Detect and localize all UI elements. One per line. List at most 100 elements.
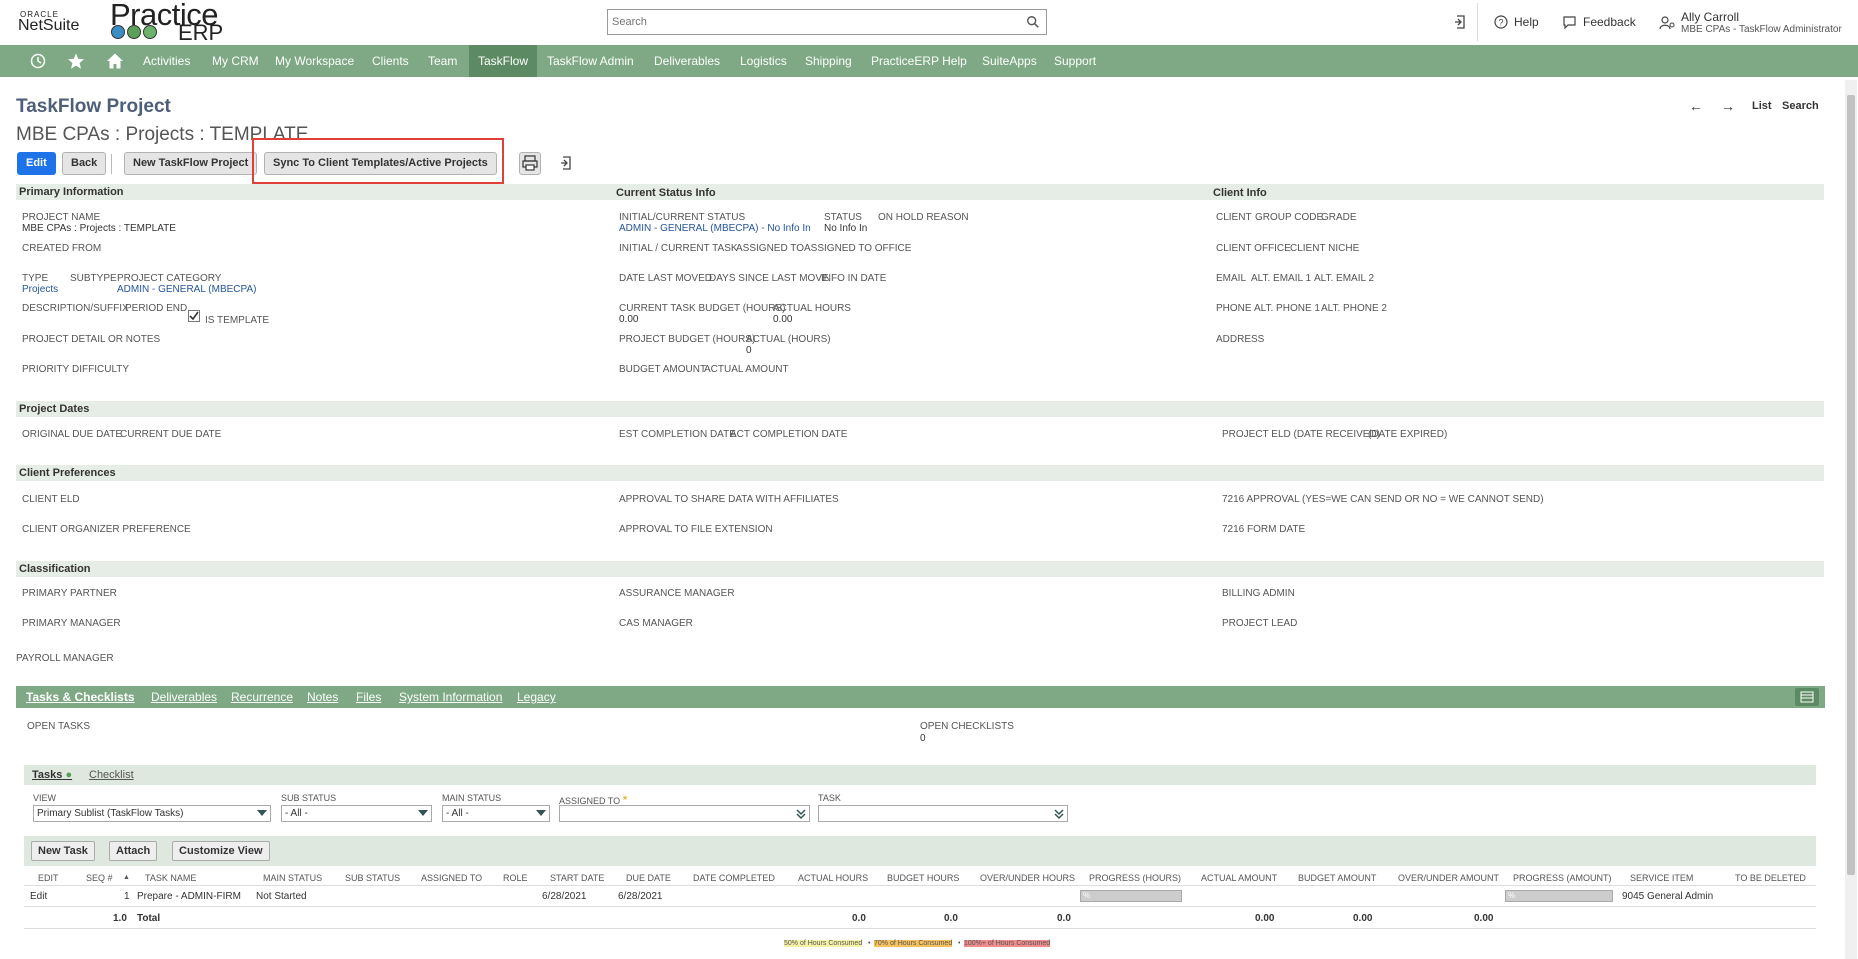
col-date-completed[interactable]: DATE COMPLETED <box>693 873 775 883</box>
col-task-name[interactable]: TASK NAME <box>145 873 196 883</box>
nav-team[interactable]: Team <box>419 45 466 77</box>
row-start-date: 6/28/2021 <box>542 891 587 902</box>
col-role[interactable]: ROLE <box>503 873 528 883</box>
sub-status-select[interactable]: - All - <box>281 805 432 822</box>
col-service-item[interactable]: SERVICE ITEM <box>1630 873 1693 883</box>
list-link[interactable]: List <box>1752 100 1772 112</box>
category-value[interactable]: ADMIN - GENERAL (MBECPA) <box>117 284 256 295</box>
help-link[interactable]: ? Help <box>1494 15 1539 29</box>
collapse-tabs-button[interactable] <box>1795 688 1819 706</box>
cas-manager-label: CAS MANAGER <box>619 618 693 629</box>
tab-notes[interactable]: Notes <box>307 686 338 708</box>
new-taskflow-project-button[interactable]: New TaskFlow Project <box>124 152 258 175</box>
alt-email-2-label: ALT. EMAIL 2 <box>1314 273 1375 284</box>
search-input[interactable] <box>608 10 1008 34</box>
nav-practiceerp-help[interactable]: PracticeERP Help <box>862 45 976 77</box>
client-niche-label: CLIENT NICHE <box>1290 243 1360 254</box>
col-seq[interactable]: SEQ # <box>86 873 113 883</box>
col-start-date[interactable]: START DATE <box>550 873 604 883</box>
table-row-divider <box>24 906 1816 907</box>
tab-deliverables[interactable]: Deliverables <box>151 686 217 708</box>
recent-records-icon[interactable] <box>1454 14 1468 30</box>
col-sub-status[interactable]: SUB STATUS <box>345 873 400 883</box>
nav-activities[interactable]: Activities <box>134 45 199 77</box>
col-progress-amount[interactable]: PROGRESS (AMOUNT) <box>1513 873 1612 883</box>
user-name[interactable]: Ally Carroll <box>1681 10 1739 24</box>
col-over-under-hours[interactable]: OVER/UNDER HOURS <box>980 873 1075 883</box>
home-icon[interactable] <box>106 52 124 70</box>
legend-sep-2: • <box>958 940 961 947</box>
attach-button[interactable]: Attach <box>109 841 158 861</box>
col-edit: EDIT <box>38 873 59 883</box>
task-budget-label: CURRENT TASK BUDGET (HOURS) <box>619 303 786 314</box>
row-task-name[interactable]: Prepare - ADMIN-FIRM <box>137 891 241 902</box>
nav-shipping[interactable]: Shipping <box>796 45 861 77</box>
nav-clients[interactable]: Clients <box>363 45 418 77</box>
nav-logistics[interactable]: Logistics <box>731 45 796 77</box>
tab-tasks-checklists[interactable]: Tasks & Checklists <box>26 686 135 708</box>
billing-admin-label: BILLING ADMIN <box>1222 588 1295 599</box>
user-role[interactable]: MBE CPAs - TaskFlow Administrator <box>1681 24 1842 35</box>
type-value[interactable]: Projects <box>22 284 58 295</box>
view-select[interactable]: Primary Sublist (TaskFlow Tasks) <box>33 805 271 822</box>
sublist-tabs: Tasks ● Checklist <box>24 765 1816 785</box>
col-actual-amount[interactable]: ACTUAL AMOUNT <box>1201 873 1277 883</box>
customize-view-button[interactable]: Customize View <box>172 841 270 861</box>
col-actual-hours[interactable]: ACTUAL HOURS <box>798 873 868 883</box>
tab-checklist[interactable]: Checklist <box>89 765 134 785</box>
tab-tasks[interactable]: Tasks ● <box>32 765 72 785</box>
task-select[interactable] <box>818 805 1068 822</box>
tab-legacy[interactable]: Legacy <box>517 686 556 708</box>
recent-records-icon[interactable] <box>560 155 574 171</box>
col-over-under-amount[interactable]: OVER/UNDER AMOUNT <box>1398 873 1499 883</box>
row-edit-link[interactable]: Edit <box>30 891 47 902</box>
role-switch-icon[interactable] <box>1659 14 1675 30</box>
feedback-link[interactable]: Feedback <box>1562 15 1636 29</box>
search-link[interactable]: Search <box>1782 100 1819 112</box>
global-search[interactable] <box>607 9 1047 35</box>
col-assigned-to[interactable]: ASSIGNED TO <box>421 873 482 883</box>
row-service-item[interactable]: 9045 General Admin <box>1622 891 1713 902</box>
print-button[interactable] <box>519 152 541 175</box>
next-record-arrow-icon[interactable]: → <box>1721 98 1735 114</box>
nav-deliverables[interactable]: Deliverables <box>645 45 729 77</box>
assigned-to-select[interactable] <box>559 805 810 822</box>
previous-record-arrow-icon[interactable]: ← <box>1689 98 1703 114</box>
favorites-star-icon[interactable] <box>67 52 85 70</box>
nav-my-workspace[interactable]: My Workspace <box>266 45 363 77</box>
col-progress-hours[interactable]: PROGRESS (HOURS) <box>1089 873 1181 883</box>
tab-files[interactable]: Files <box>356 686 381 708</box>
legend-50: 50% of Hours Consumed <box>784 940 863 947</box>
col-main-status[interactable]: MAIN STATUS <box>263 873 322 883</box>
col-due-date[interactable]: DUE DATE <box>626 873 671 883</box>
double-chevron-icon <box>796 809 806 820</box>
edit-button[interactable]: Edit <box>17 152 56 175</box>
tab-system-information[interactable]: System Information <box>399 686 502 708</box>
col-budget-hours[interactable]: BUDGET HOURS <box>887 873 959 883</box>
back-button[interactable]: Back <box>62 152 107 175</box>
search-icon[interactable] <box>1026 15 1040 29</box>
date-expired-label: (DATE EXPIRED) <box>1368 429 1448 440</box>
nav-taskflow-admin[interactable]: TaskFlow Admin <box>538 45 643 77</box>
recent-icon[interactable] <box>29 52 47 70</box>
new-task-button[interactable]: New Task <box>31 841 95 861</box>
scrollbar-thumb[interactable] <box>1847 95 1855 875</box>
main-status-select[interactable]: - All - <box>442 805 550 822</box>
col-to-be-deleted[interactable]: TO BE DELETED <box>1735 873 1806 883</box>
sub-status-filter-label: SUB STATUS <box>281 793 337 803</box>
initial-current-status-value[interactable]: ADMIN - GENERAL (MBECPA) - No Info In <box>619 223 811 234</box>
col-budget-amount[interactable]: BUDGET AMOUNT <box>1298 873 1376 883</box>
project-name-label: PROJECT NAME <box>22 212 101 223</box>
feedback-icon <box>1563 16 1576 29</box>
nav-support[interactable]: Support <box>1045 45 1105 77</box>
page-scrollbar[interactable] <box>1845 80 1857 959</box>
created-from-label: CREATED FROM <box>22 243 102 254</box>
nav-taskflow[interactable]: TaskFlow <box>469 45 538 77</box>
total-label: Total <box>137 913 161 924</box>
tab-recurrence[interactable]: Recurrence <box>231 686 293 708</box>
tab-tasks-label: Tasks <box>32 769 63 781</box>
nav-my-crm[interactable]: My CRM <box>203 45 268 77</box>
toolbar-divider <box>111 154 112 174</box>
alt-phone-1-label: ALT. PHONE 1 <box>1254 303 1320 314</box>
nav-suiteapps[interactable]: SuiteApps <box>973 45 1046 77</box>
